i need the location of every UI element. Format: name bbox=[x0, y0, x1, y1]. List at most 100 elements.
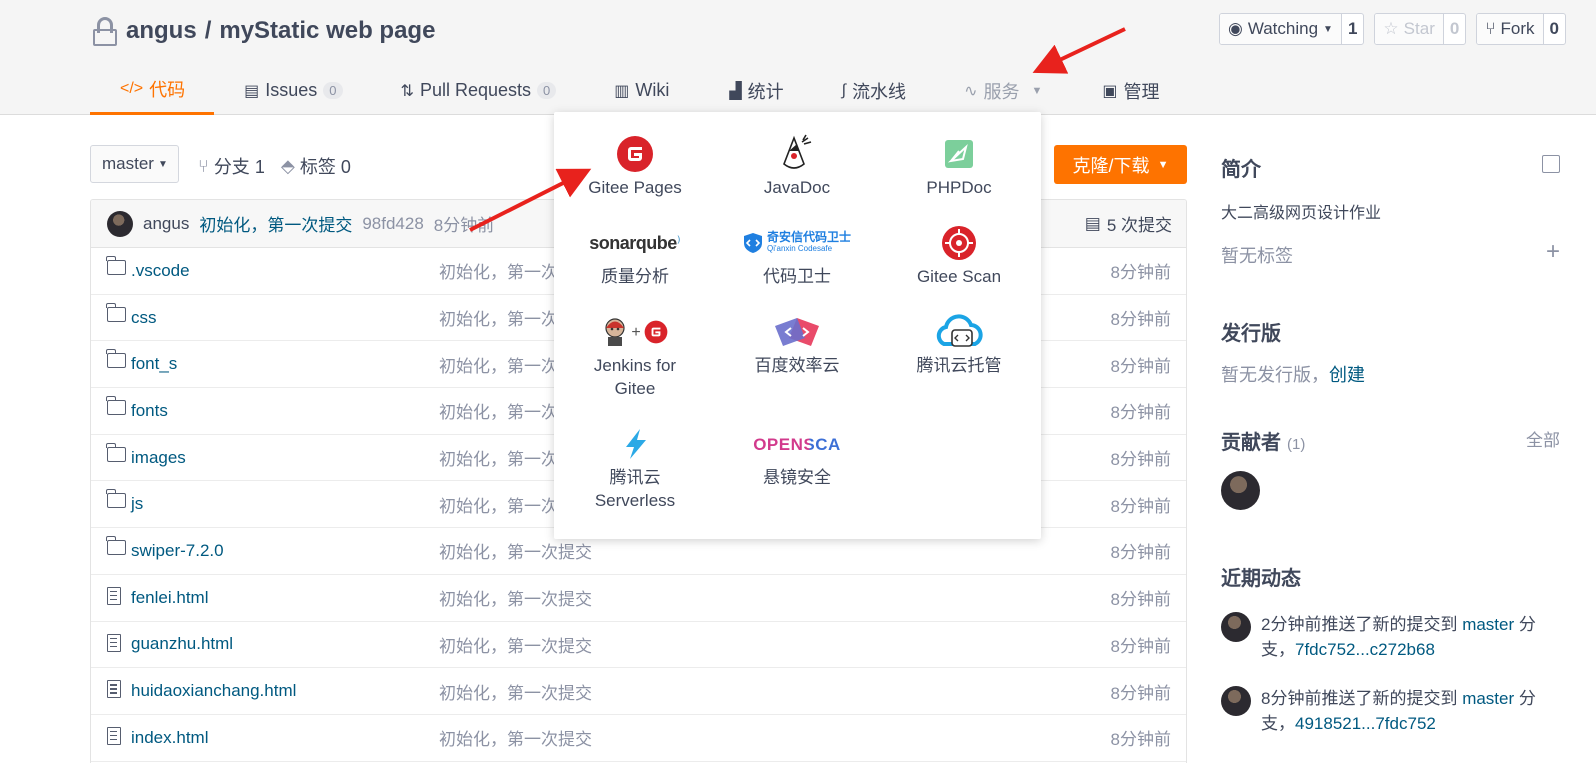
tab-wiki[interactable]: ▥ Wiki bbox=[586, 66, 699, 115]
table-row[interactable]: fenlei.html 初始化，第一次提交 8分钟前 bbox=[91, 575, 1186, 622]
service-opensca[interactable]: OPENSCA 悬镜安全 bbox=[716, 424, 878, 489]
fork-count[interactable]: 0 bbox=[1544, 14, 1565, 44]
file-name-link[interactable]: js bbox=[131, 494, 143, 514]
file-commit-time: 8分钟前 bbox=[1110, 310, 1171, 330]
service-tencent-cloud-hosting[interactable]: 腾讯云托管 bbox=[878, 312, 1040, 377]
file-commit-message[interactable]: 初始化，第一次提交 bbox=[439, 585, 592, 610]
bar-chart-icon: ▟ bbox=[729, 82, 742, 100]
file-name-link[interactable]: swiper-7.2.0 bbox=[131, 541, 224, 561]
service-tencent-serverless[interactable]: 腾讯云 Serverless bbox=[554, 424, 716, 512]
file-name-link[interactable]: index.html bbox=[131, 728, 208, 748]
file-commit-message[interactable]: 初始化，第一次提交 bbox=[439, 632, 592, 657]
contributor-avatar[interactable] bbox=[1221, 471, 1260, 510]
tab-pipeline[interactable]: ∫ 流水线 bbox=[814, 66, 936, 115]
repo-owner-link[interactable]: angus bbox=[126, 17, 197, 45]
service-gitee-scan[interactable]: Gitee Scan bbox=[878, 223, 1040, 288]
commit-range-link[interactable]: 7fdc752...c272b68 bbox=[1295, 640, 1435, 659]
folder-icon bbox=[106, 349, 126, 369]
no-tags-text: 暂无标签 bbox=[1221, 246, 1293, 266]
repo-header: angus / myStatic web page ◉ Watching ▼ 1 ☆… bbox=[0, 0, 1596, 115]
tags-link[interactable]: ⬘ 标签 0 bbox=[281, 153, 351, 179]
chevron-down-icon: ▼ bbox=[1031, 84, 1043, 97]
branches-link[interactable]: ⑂ 分支 1 bbox=[198, 153, 265, 179]
commit-range-link[interactable]: 4918521...7fdc752 bbox=[1295, 714, 1436, 733]
file-commit-message[interactable]: 初始化，第一次提交 bbox=[439, 679, 592, 704]
file-name-link[interactable]: font_s bbox=[131, 354, 177, 374]
table-row[interactable]: index.html 初始化，第一次提交 8分钟前 bbox=[91, 715, 1186, 762]
commit-message-link[interactable]: 初始化，第一次提交 bbox=[199, 211, 352, 236]
file-name-link[interactable]: .vscode bbox=[131, 261, 190, 281]
repo-title: angus / myStatic web page bbox=[92, 14, 435, 48]
branch-icon: ⑂ bbox=[198, 155, 209, 176]
chevron-down-icon: ▼ bbox=[1323, 23, 1333, 35]
avatar[interactable] bbox=[1221, 612, 1251, 642]
star-icon: ☆ bbox=[1383, 19, 1399, 38]
code-icon: </> bbox=[120, 80, 144, 97]
commit-author[interactable]: angus bbox=[143, 214, 189, 234]
tab-code[interactable]: </> 代码 bbox=[90, 66, 215, 115]
service-phpdoc[interactable]: PHPDoc bbox=[878, 134, 1040, 199]
watch-count[interactable]: 1 bbox=[1342, 14, 1363, 44]
baidu-efficiency-logo bbox=[775, 318, 819, 346]
create-release-link[interactable]: 创建 bbox=[1329, 365, 1365, 385]
tab-stats[interactable]: ▟ 统计 bbox=[699, 66, 813, 115]
file-commit-time: 8分钟前 bbox=[1110, 683, 1171, 703]
file-commit-time: 8分钟前 bbox=[1110, 730, 1171, 750]
repo-name-link[interactable]: myStatic web page bbox=[219, 17, 435, 45]
activity-title: 近期动态 bbox=[1221, 568, 1301, 590]
file-name-link[interactable]: images bbox=[131, 448, 186, 468]
clone-download-button[interactable]: 克隆/下载 ▼ bbox=[1054, 145, 1187, 184]
pulse-icon: ∿ bbox=[964, 82, 978, 100]
commit-sha[interactable]: 98fd428 bbox=[362, 214, 423, 234]
commit-count-link[interactable]: ▤ 5 次提交 bbox=[1085, 211, 1172, 236]
branch-select[interactable]: master ▼ bbox=[90, 145, 179, 183]
service-javadoc[interactable]: JavaDoc bbox=[716, 134, 878, 199]
pipeline-icon: ∫ bbox=[841, 81, 847, 99]
service-gitee-pages[interactable]: Gitee Pages bbox=[554, 134, 716, 199]
file-commit-time: 8分钟前 bbox=[1110, 543, 1171, 563]
star-count[interactable]: 0 bbox=[1444, 14, 1465, 44]
activity-item: 8分钟前推送了新的提交到 master 分支，4918521...7fdc752 bbox=[1221, 686, 1566, 736]
tab-issues[interactable]: ▤ Issues 0 bbox=[214, 66, 372, 115]
folder-icon bbox=[106, 536, 126, 556]
file-name-link[interactable]: css bbox=[131, 308, 157, 328]
commits-icon: ▤ bbox=[1084, 213, 1101, 233]
avatar[interactable] bbox=[107, 210, 133, 237]
file-name-link[interactable]: fonts bbox=[131, 401, 168, 421]
tab-pull-requests[interactable]: ⇅ Pull Requests 0 bbox=[373, 66, 587, 115]
folder-icon bbox=[106, 442, 126, 462]
plus-icon[interactable]: + bbox=[1546, 240, 1560, 264]
avatar[interactable] bbox=[1221, 686, 1251, 716]
service-quality-analysis[interactable]: sonarqube ⁾ 质量分析 bbox=[554, 223, 716, 288]
tab-manage[interactable]: ▣ 管理 bbox=[1072, 66, 1189, 115]
file-name-link[interactable]: huidaoxianchang.html bbox=[131, 681, 296, 701]
fork-button[interactable]: ⑂ Fork 0 bbox=[1476, 13, 1566, 45]
qianxin-codesafe-logo: 奇安信代码卫士 Qi'anxin Codesafe bbox=[716, 223, 878, 263]
service-baidu-efficiency-cloud[interactable]: 百度效率云 bbox=[716, 312, 878, 377]
chevron-down-icon: ▼ bbox=[1157, 158, 1169, 171]
file-commit-message[interactable]: 初始化，第一次提交 bbox=[439, 725, 592, 750]
all-contributors-link[interactable]: 全部 bbox=[1526, 426, 1560, 451]
opensca-logo: OPENSCA bbox=[753, 434, 841, 454]
star-button[interactable]: ☆ Star 0 bbox=[1374, 13, 1467, 45]
file-icon bbox=[107, 633, 121, 652]
tencent-serverless-logo bbox=[626, 429, 646, 459]
branch-link[interactable]: master bbox=[1462, 689, 1514, 708]
table-row[interactable]: huidaoxianchang.html 初始化，第一次提交 8分钟前 bbox=[91, 668, 1186, 715]
sonarqube-logo: sonarqube ⁾ bbox=[589, 232, 681, 253]
file-name-link[interactable]: fenlei.html bbox=[131, 588, 208, 608]
branch-link[interactable]: master bbox=[1462, 615, 1514, 634]
file-commit-time: 8分钟前 bbox=[1110, 590, 1171, 610]
repo-tabs: </> 代码 ▤ Issues 0 ⇅ Pull Requests 0 ▥ Wiki ▟ 统计… bbox=[90, 66, 1189, 115]
table-row[interactable]: guanzhu.html 初始化，第一次提交 8分钟前 bbox=[91, 622, 1186, 669]
edit-icon[interactable] bbox=[1542, 155, 1560, 173]
service-code-guard[interactable]: 奇安信代码卫士 Qi'anxin Codesafe 代码卫士 bbox=[716, 223, 878, 288]
tab-services[interactable]: ∿ 服务 ▼ bbox=[936, 66, 1072, 115]
no-release-text: 暂无发行版， bbox=[1221, 365, 1329, 385]
file-commit-message[interactable]: 初始化，第一次提交 bbox=[439, 538, 592, 563]
file-commit-time: 8分钟前 bbox=[1110, 636, 1171, 656]
service-jenkins-for-gitee[interactable]: + Jenkins for Gitee bbox=[554, 312, 716, 400]
repo-separator: / bbox=[204, 17, 212, 44]
file-name-link[interactable]: guanzhu.html bbox=[131, 634, 233, 654]
watch-button[interactable]: ◉ Watching ▼ 1 bbox=[1218, 13, 1365, 45]
